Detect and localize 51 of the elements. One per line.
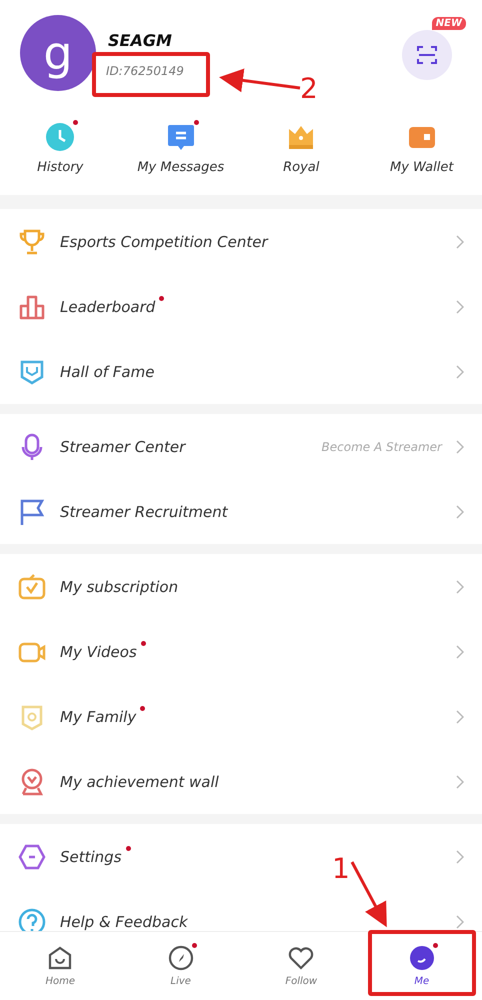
hexagon-icon [18, 842, 46, 870]
menu-item[interactable]: Settings [60, 848, 122, 866]
menu-item[interactable]: Hall of Fame [60, 362, 154, 380]
user-name: SEAGM [108, 31, 173, 50]
scan-button[interactable] [402, 30, 452, 80]
help-icon [18, 908, 46, 931]
quick-action[interactable]: My Messages [120, 122, 241, 175]
heart-icon [288, 945, 314, 971]
home-icon [47, 945, 74, 971]
chevron-right-icon [456, 710, 464, 724]
menu-item[interactable]: My Family [60, 708, 136, 726]
menu-item[interactable]: My Videos [60, 642, 137, 660]
flag-icon [18, 498, 46, 526]
trophy-icon [18, 228, 46, 256]
compass-icon [168, 945, 194, 971]
chevron-right-icon [456, 774, 464, 788]
menu-item[interactable]: My achievement wall [60, 772, 219, 790]
chevron-right-icon [456, 644, 464, 658]
chevron-right-icon [456, 440, 464, 454]
tv-check-icon [18, 572, 46, 600]
quick-action[interactable]: History [0, 122, 120, 175]
menu-item[interactable]: Help & Feedback [60, 912, 188, 930]
message-icon [166, 122, 196, 152]
chevron-right-icon [456, 914, 464, 928]
chevron-right-icon [456, 234, 464, 248]
avatar[interactable]: g [20, 15, 96, 91]
menu-item[interactable]: Streamer Center [60, 438, 186, 456]
nav-tab[interactable]: Me [362, 932, 482, 1000]
clock-icon [45, 122, 76, 152]
menu-item[interactable]: Leaderboard [60, 298, 156, 316]
quick-action[interactable]: My Wallet [362, 122, 482, 175]
nav-tab[interactable]: Home [0, 932, 120, 1000]
chevron-right-icon [456, 504, 464, 518]
planet-icon [408, 945, 435, 971]
menu-hint: Become A Streamer [322, 440, 442, 454]
chevron-right-icon [456, 850, 464, 864]
menu-item[interactable]: Esports Competition Center [60, 232, 268, 250]
annotation-number: 1 [332, 852, 350, 885]
chevron-right-icon [456, 364, 464, 378]
new-badge: NEW [432, 17, 466, 30]
menu-item[interactable]: My subscription [60, 578, 178, 596]
chevron-right-icon [456, 580, 464, 594]
chevron-right-icon [456, 300, 464, 314]
annotation-number: 2 [300, 72, 318, 105]
menu-item[interactable]: Streamer Recruitment [60, 502, 228, 520]
user-id: ID:76250149 [106, 64, 185, 78]
nav-tab[interactable]: Live [120, 932, 241, 1000]
scan-icon [415, 43, 439, 67]
annotation-arrow [350, 861, 387, 928]
nav-tab[interactable]: Follow [241, 932, 362, 1000]
quick-action[interactable]: Royal [241, 122, 362, 175]
